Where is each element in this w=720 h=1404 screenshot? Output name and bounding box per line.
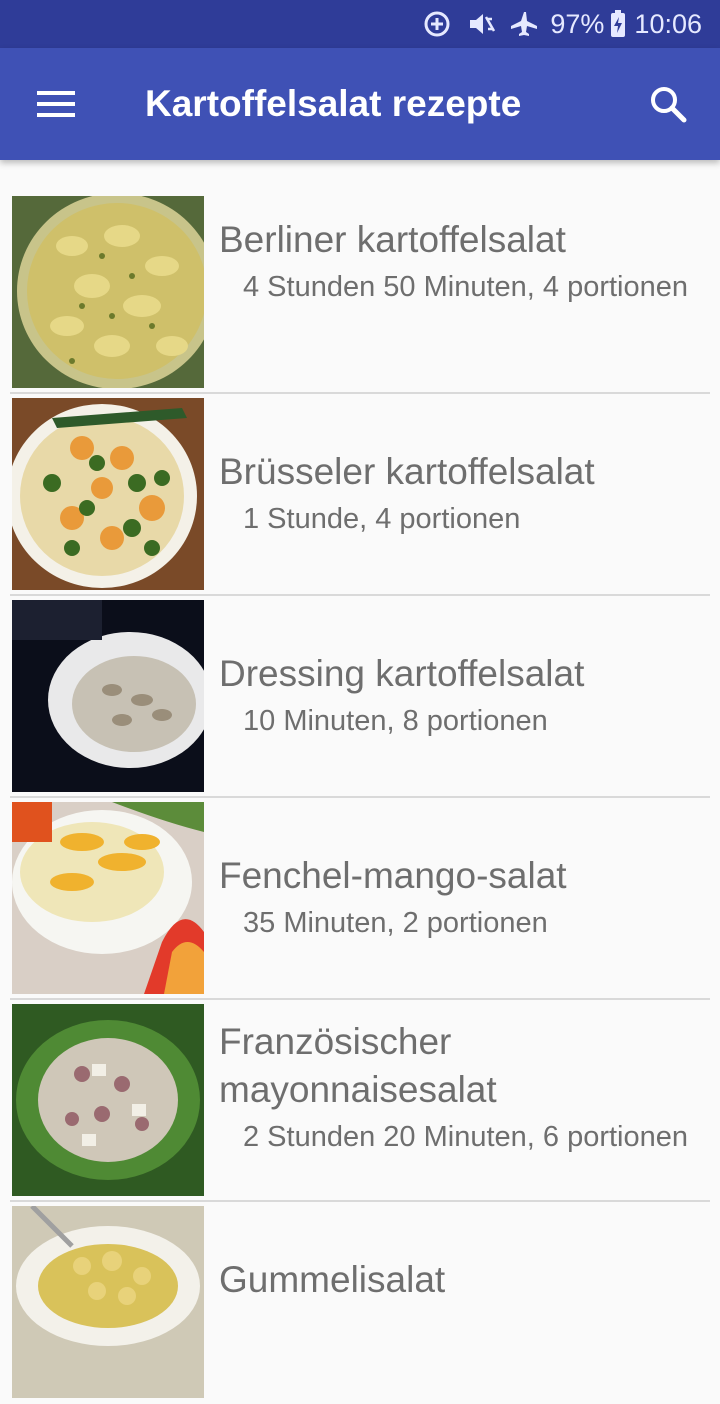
recipe-list-item[interactable]: Dressing kartoffelsalat 10 Minuten, 8 po… (10, 596, 710, 798)
recipe-list-item[interactable]: Gummelisalat (10, 1202, 710, 1404)
recipe-thumbnail (12, 1206, 204, 1398)
recipe-list-item[interactable]: Fenchel-mango-salat 35 Minuten, 2 portio… (10, 798, 710, 1000)
vibrate-mute-icon (466, 9, 496, 39)
recipe-list-item[interactable]: Französischer mayonnaisesalat 2 Stunden … (10, 1000, 710, 1202)
battery-percentage: 97% (550, 8, 605, 39)
recipe-title: Gummelisalat (219, 1259, 446, 1300)
recipe-thumbnail (12, 802, 204, 994)
hamburger-menu-icon (37, 91, 75, 117)
app-bar: Kartoffelsalat rezepte (0, 48, 720, 160)
recipe-title: Dressing kartoffelsalat (219, 653, 585, 694)
recipe-thumbnail (12, 1004, 204, 1196)
recipe-title: Fenchel-mango-salat (219, 855, 567, 896)
recipe-title: Französischer mayonnaisesalat (219, 1021, 497, 1110)
recipe-detail: 1 Stunde, 4 portionen (243, 503, 521, 535)
search-button[interactable] (616, 48, 720, 160)
recipe-detail: 2 Stunden 20 Minuten, 6 portionen (243, 1121, 688, 1153)
search-icon (651, 87, 687, 123)
recipe-detail: 35 Minuten, 2 portionen (243, 907, 548, 939)
page-title: Kartoffelsalat rezepte (145, 83, 522, 124)
recipe-detail: 10 Minuten, 8 portionen (243, 705, 548, 737)
recipe-thumbnail (12, 196, 204, 388)
recipe-detail: 4 Stunden 50 Minuten, 4 portionen (243, 271, 688, 303)
recipe-list-item[interactable]: Brüsseler kartoffelsalat 1 Stunde, 4 por… (10, 394, 710, 596)
recipe-thumbnail (12, 600, 204, 792)
recipe-title: Brüsseler kartoffelsalat (219, 451, 595, 492)
data-saver-icon (422, 9, 452, 39)
status-bar: 97% 10:06 (0, 0, 720, 48)
battery-charging-icon (610, 10, 626, 38)
recipe-thumbnail (12, 398, 204, 590)
airplane-mode-icon (510, 9, 540, 39)
recipe-title: Berliner kartoffelsalat (219, 219, 566, 260)
menu-button[interactable] (0, 48, 112, 160)
clock: 10:06 (634, 8, 702, 39)
recipe-list: Berliner kartoffelsalat 4 Stunden 50 Min… (0, 180, 720, 1404)
recipe-list-item[interactable]: Berliner kartoffelsalat 4 Stunden 50 Min… (10, 180, 710, 394)
